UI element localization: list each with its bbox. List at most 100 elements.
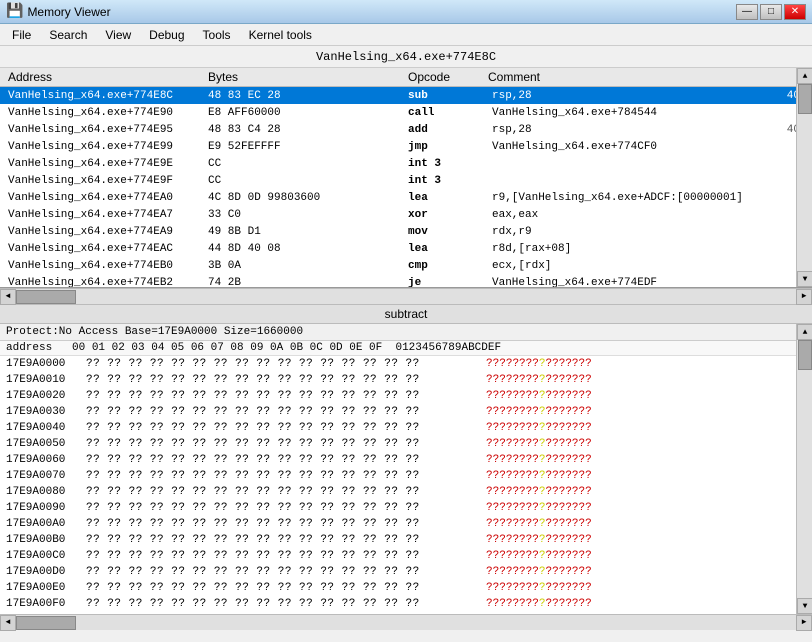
memory-hex: ?? ?? ?? ?? ?? ?? ?? ?? ?? ?? ?? ?? ?? ?… (86, 534, 486, 546)
memory-scrollbar[interactable]: ▲ ▼ (796, 324, 812, 614)
address-bar: VanHelsing_x64.exe+774E8C (0, 46, 812, 68)
close-button[interactable]: ✕ (784, 4, 806, 20)
memory-row[interactable]: 17E9A0090?? ?? ?? ?? ?? ?? ?? ?? ?? ?? ?… (0, 500, 812, 516)
menu-item-kernel-tools[interactable]: Kernel tools (241, 26, 320, 44)
disasm-opcode: int 3 (404, 158, 484, 170)
memory-hex: ?? ?? ?? ?? ?? ?? ?? ?? ?? ?? ?? ?? ?? ?… (86, 582, 486, 594)
memory-row[interactable]: 17E9A0000?? ?? ?? ?? ?? ?? ?? ?? ?? ?? ?… (0, 356, 812, 372)
memory-address: 17E9A0030 (6, 406, 86, 418)
disasm-bytes: 44 8D 40 08 (204, 243, 404, 255)
disasm-bytes: E8 AFF60000 (204, 107, 404, 119)
h-scroll-thumb[interactable] (16, 290, 76, 304)
memory-row[interactable]: 17E9A00C0?? ?? ?? ?? ?? ?? ?? ?? ?? ?? ?… (0, 548, 812, 564)
memory-ascii: ???????????????? (486, 438, 806, 450)
disasm-row[interactable]: VanHelsing_x64.exe+774EAC44 8D 40 08lear… (0, 240, 812, 257)
disasm-bytes: CC (204, 158, 404, 170)
disasm-opcode: add (404, 124, 484, 136)
disasm-row[interactable]: VanHelsing_x64.exe+774EA733 C0xoreax,eax (0, 206, 812, 223)
disasm-row[interactable]: VanHelsing_x64.exe+774E99E9 52FEFFFFjmpV… (0, 138, 812, 155)
memory-address: 17E9A0060 (6, 454, 86, 466)
disasm-address: VanHelsing_x64.exe+774EAC (4, 243, 204, 255)
memory-row[interactable]: 17E9A00D0?? ?? ?? ?? ?? ?? ?? ?? ?? ?? ?… (0, 564, 812, 580)
disasm-args: rsp,28 (488, 124, 763, 136)
memory-ascii: ???????????????? (486, 470, 806, 482)
memory-hex: ?? ?? ?? ?? ?? ?? ?? ?? ?? ?? ?? ?? ?? ?… (86, 502, 486, 514)
menu-item-debug[interactable]: Debug (141, 26, 192, 44)
memory-ascii: ???????????????? (486, 406, 806, 418)
minimize-button[interactable]: — (736, 4, 758, 20)
disasm-scrollbar[interactable]: ▲ ▼ (796, 68, 812, 287)
disasm-row[interactable]: VanHelsing_x64.exe+774EB03B 0Acmpecx,[rd… (0, 257, 812, 274)
disasm-bytes: E9 52FEFFFF (204, 141, 404, 153)
disasm-row[interactable]: VanHelsing_x64.exe+774EB274 2BjeVanHelsi… (0, 274, 812, 288)
memory-hex: ?? ?? ?? ?? ?? ?? ?? ?? ?? ?? ?? ?? ?? ?… (86, 518, 486, 530)
disasm-row[interactable]: VanHelsing_x64.exe+774EA949 8B D1movrdx,… (0, 223, 812, 240)
memory-row[interactable]: 17E9A0050?? ?? ?? ?? ?? ?? ?? ?? ?? ?? ?… (0, 436, 812, 452)
disasm-args: VanHelsing_x64.exe+774CF0 (488, 141, 776, 153)
scroll-up-button[interactable]: ▲ (797, 68, 812, 84)
mem-scroll-down-button[interactable]: ▼ (797, 598, 812, 614)
mem-scroll-track[interactable] (797, 340, 812, 598)
memory-row[interactable]: 17E9A0030?? ?? ?? ?? ?? ?? ?? ?? ?? ?? ?… (0, 404, 812, 420)
disasm-opcode: mov (404, 226, 484, 238)
memory-row[interactable]: 17E9A0100?? ?? ?? ?? ?? ?? ?? ?? ?? ?? ?… (0, 612, 812, 614)
memory-address: 17E9A00C0 (6, 550, 86, 562)
scroll-down-button[interactable]: ▼ (797, 271, 812, 287)
memory-hex: ?? ?? ?? ?? ?? ?? ?? ?? ?? ?? ?? ?? ?? ?… (86, 454, 486, 466)
disasm-opcode: cmp (404, 260, 484, 272)
mem-scroll-thumb[interactable] (798, 340, 812, 370)
disasm-row[interactable]: VanHelsing_x64.exe+774E9548 83 C4 28addr… (0, 121, 812, 138)
memory-row[interactable]: 17E9A0060?? ?? ?? ?? ?? ?? ?? ?? ?? ?? ?… (0, 452, 812, 468)
mem-h-scroll-right-button[interactable]: ► (796, 615, 812, 631)
col-header-address: Address (4, 69, 204, 85)
status-bar: subtract (0, 304, 812, 324)
memory-address: 17E9A0020 (6, 390, 86, 402)
mem-h-scroll-track[interactable] (16, 615, 796, 630)
memory-address: 17E9A0000 (6, 358, 86, 370)
scroll-thumb[interactable] (798, 84, 812, 114)
disasm-row[interactable]: VanHelsing_x64.exe+774EA04C 8D 0D 998036… (0, 189, 812, 206)
memory-row[interactable]: 17E9A0080?? ?? ?? ?? ?? ?? ?? ?? ?? ?? ?… (0, 484, 812, 500)
disasm-h-scrollbar[interactable]: ◄ ► (0, 288, 812, 304)
memory-row[interactable]: 17E9A00E0?? ?? ?? ?? ?? ?? ?? ?? ?? ?? ?… (0, 580, 812, 596)
disasm-row[interactable]: VanHelsing_x64.exe+774E9ECCint 3 (0, 155, 812, 172)
h-scroll-track[interactable] (16, 289, 796, 304)
disasm-address: VanHelsing_x64.exe+774E99 (4, 141, 204, 153)
memory-row[interactable]: 17E9A00A0?? ?? ?? ?? ?? ?? ?? ?? ?? ?? ?… (0, 516, 812, 532)
h-scroll-right-button[interactable]: ► (796, 289, 812, 305)
memory-ascii: ???????????????? (486, 358, 806, 370)
disasm-row[interactable]: VanHelsing_x64.exe+774E9FCCint 3 (0, 172, 812, 189)
menu-item-tools[interactable]: Tools (195, 26, 239, 44)
disasm-args: ecx,[rdx] (488, 260, 776, 272)
scroll-track[interactable] (797, 84, 812, 271)
memory-address: 17E9A00D0 (6, 566, 86, 578)
window-icon: 💾 (6, 3, 23, 20)
disasm-args: eax,eax (488, 209, 776, 221)
memory-row[interactable]: 17E9A0070?? ?? ?? ?? ?? ?? ?? ?? ?? ?? ?… (0, 468, 812, 484)
memory-ascii: ???????????????? (486, 566, 806, 578)
memory-row[interactable]: 17E9A0040?? ?? ?? ?? ?? ?? ?? ?? ?? ?? ?… (0, 420, 812, 436)
memory-h-scrollbar[interactable]: ◄ ► (0, 614, 812, 630)
memory-address: 17E9A00A0 (6, 518, 86, 530)
memory-hex: ?? ?? ?? ?? ?? ?? ?? ?? ?? ?? ?? ?? ?? ?… (86, 390, 486, 402)
disasm-row[interactable]: VanHelsing_x64.exe+774E90E8 AFF60000call… (0, 104, 812, 121)
disasm-opcode: int 3 (404, 175, 484, 187)
disasm-row[interactable]: VanHelsing_x64.exe+774E8C48 83 EC 28subr… (0, 87, 812, 104)
menu-item-file[interactable]: File (4, 26, 39, 44)
menu-item-search[interactable]: Search (41, 26, 95, 44)
disasm-bytes: CC (204, 175, 404, 187)
mem-scroll-up-button[interactable]: ▲ (797, 324, 812, 340)
memory-address: 17E9A0080 (6, 486, 86, 498)
menu-item-view[interactable]: View (97, 26, 139, 44)
mem-h-scroll-left-button[interactable]: ◄ (0, 615, 16, 631)
memory-hex: ?? ?? ?? ?? ?? ?? ?? ?? ?? ?? ?? ?? ?? ?… (86, 422, 486, 434)
disasm-address: VanHelsing_x64.exe+774E90 (4, 107, 204, 119)
memory-row[interactable]: 17E9A00F0?? ?? ?? ?? ?? ?? ?? ?? ?? ?? ?… (0, 596, 812, 612)
mem-h-scroll-thumb[interactable] (16, 616, 76, 630)
maximize-button[interactable]: □ (760, 4, 782, 20)
h-scroll-left-button[interactable]: ◄ (0, 289, 16, 305)
memory-hex: ?? ?? ?? ?? ?? ?? ?? ?? ?? ?? ?? ?? ?? ?… (86, 486, 486, 498)
memory-row[interactable]: 17E9A0010?? ?? ?? ?? ?? ?? ?? ?? ?? ?? ?… (0, 372, 812, 388)
memory-row[interactable]: 17E9A00B0?? ?? ?? ?? ?? ?? ?? ?? ?? ?? ?… (0, 532, 812, 548)
memory-row[interactable]: 17E9A0020?? ?? ?? ?? ?? ?? ?? ?? ?? ?? ?… (0, 388, 812, 404)
